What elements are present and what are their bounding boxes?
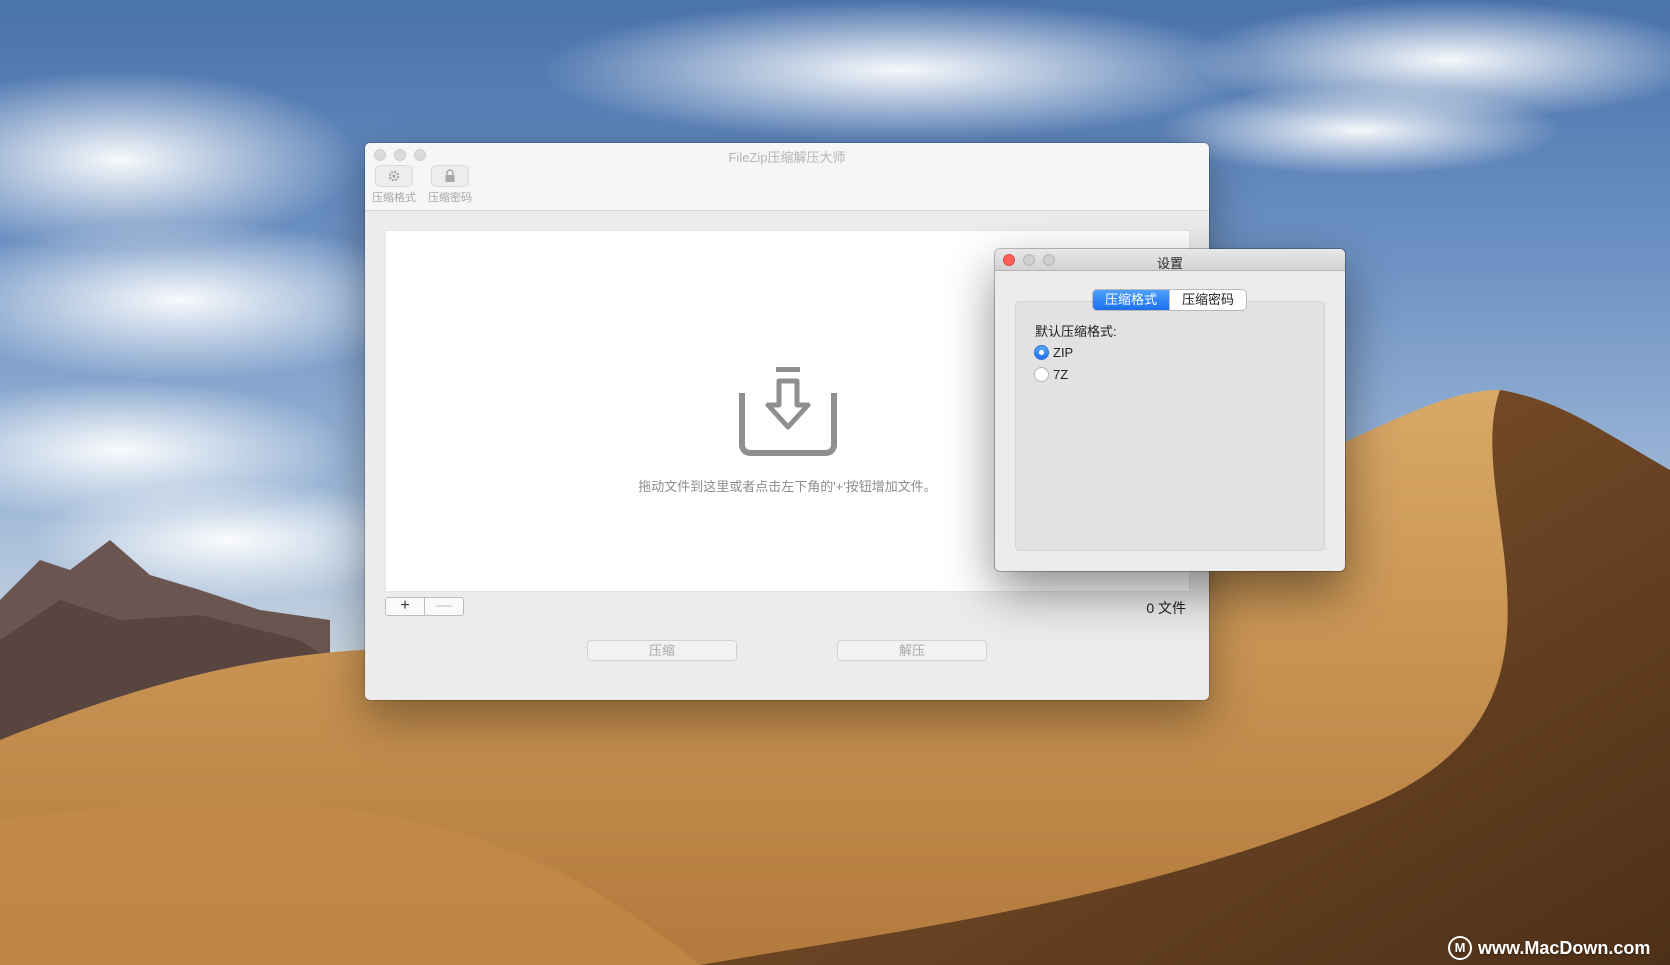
format-option-7z[interactable]: 7Z (1034, 367, 1068, 382)
add-file-button[interactable]: + (385, 597, 425, 616)
settings-titlebar: 设置 (995, 249, 1345, 271)
zip-label: ZIP (1053, 345, 1074, 360)
main-titlebar: FileZip压缩解压大师 压缩格式 压缩密码 (365, 143, 1209, 211)
toolbar-label: 压缩密码 (428, 192, 472, 204)
file-list-bottom-bar: + — 0 文件 (385, 597, 1190, 619)
toolbar-compress-format[interactable]: 压缩格式 (371, 165, 417, 205)
remove-file-button[interactable]: — (424, 597, 464, 616)
watermark-text: www.MacDown.com (1478, 937, 1651, 958)
download-tray-icon (739, 367, 837, 456)
watermark: M www.MacDown.com (1448, 936, 1650, 960)
lock-icon (431, 165, 469, 187)
format-option-zip[interactable]: ZIP (1034, 345, 1073, 360)
toolbar-label: 压缩格式 (372, 192, 416, 204)
toolbar: 压缩格式 压缩密码 (371, 165, 473, 205)
7z-label: 7Z (1053, 367, 1069, 382)
default-format-label: 默认压缩格式: (1035, 324, 1117, 339)
settings-window: 设置 压缩格式 压缩密码 默认压缩格式: ZIP 7Z (995, 249, 1345, 571)
settings-title: 设置 (1156, 256, 1183, 271)
tab-compress-format[interactable]: 压缩格式 (1093, 290, 1170, 310)
toolbar-compress-password[interactable]: 压缩密码 (427, 165, 473, 205)
window-title: FileZip压缩解压大师 (728, 150, 846, 165)
extract-button[interactable]: 解压 (837, 640, 987, 661)
settings-tabs: 压缩格式 压缩密码 (1093, 290, 1247, 310)
macdown-logo-icon: M (1448, 936, 1472, 960)
7z-radio[interactable] (1034, 367, 1049, 382)
compress-button[interactable]: 压缩 (587, 640, 737, 661)
zip-radio[interactable] (1034, 345, 1049, 360)
gear-icon (375, 165, 413, 187)
tab-compress-password[interactable]: 压缩密码 (1169, 290, 1247, 310)
file-count-label: 0 文件 (1146, 600, 1186, 616)
